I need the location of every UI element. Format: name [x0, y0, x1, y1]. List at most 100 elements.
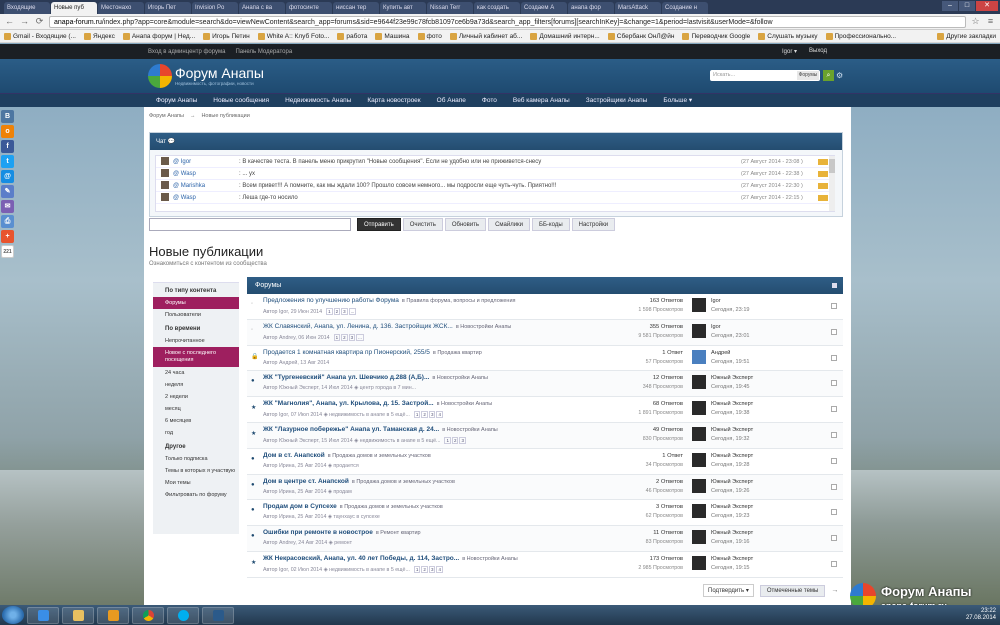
chat-action-icon[interactable]	[818, 159, 828, 165]
taskbar-ie[interactable]	[27, 606, 59, 624]
chat-button[interactable]: Очистить	[402, 218, 443, 231]
bookmark-item[interactable]: Анапа форум | Нед...	[122, 32, 195, 40]
avatar[interactable]	[692, 349, 706, 364]
bookmark-item[interactable]: Переводчик Google	[682, 32, 750, 40]
topic-forum[interactable]: в Новостройки Анапы	[456, 324, 512, 330]
search-button[interactable]: ⌕	[823, 70, 834, 81]
vk-icon[interactable]: В	[1, 110, 14, 123]
facebook-icon[interactable]: f	[1, 140, 14, 153]
avatar[interactable]	[692, 504, 706, 519]
page-link[interactable]: 2	[451, 436, 459, 444]
admin-cp-link[interactable]: Вход в админцентр форума	[148, 49, 225, 55]
browser-tab[interactable]: Создаем А	[521, 2, 567, 14]
last-post-date[interactable]: Сегодня, 19:51	[711, 358, 750, 367]
forum-logo-icon[interactable]	[148, 64, 172, 88]
topic-checkbox[interactable]	[831, 328, 837, 335]
taskbar-explorer[interactable]	[62, 606, 94, 624]
topic-checkbox[interactable]	[831, 303, 837, 309]
topic-title-link[interactable]: ЖК "Лазурное побережье" Анапа ул. Таманс…	[263, 426, 439, 433]
topic-title-link[interactable]: ЖК "Магнолия", Анапа, ул. Крылова, д. 15…	[263, 400, 434, 407]
print-icon[interactable]: ⎙	[1, 215, 14, 228]
chat-avatar[interactable]	[161, 169, 169, 178]
topic-title-link[interactable]: Дом в центре ст. Анапской	[263, 478, 349, 485]
bookmark-item[interactable]: Машина	[375, 32, 410, 40]
avatar[interactable]	[692, 426, 706, 441]
page-link[interactable]: 2	[421, 411, 428, 419]
browser-tab[interactable]: Местонахо	[98, 2, 144, 14]
chat-scroll-thumb[interactable]	[829, 159, 835, 173]
user-menu[interactable]: Igor ▾	[782, 48, 797, 55]
filter-item[interactable]: 24 часа	[153, 367, 239, 379]
topic-forum[interactable]: в Правила форума, вопросы и предложения	[402, 298, 516, 304]
nav-item[interactable]: Новые сообщения	[205, 94, 277, 107]
page-link[interactable]: 2	[341, 333, 348, 341]
livejournal-icon[interactable]: ✎	[1, 185, 14, 198]
page-link[interactable]: 3	[459, 436, 466, 444]
last-post-user[interactable]: Igor	[711, 297, 750, 306]
nav-item[interactable]: Недвижимость Анапы	[277, 94, 359, 107]
chat-nick[interactable]: @ Wasp	[173, 168, 231, 180]
topic-title-link[interactable]: ЖК "Тургеневский" Анапа ул. Шевчико д.28…	[263, 374, 429, 381]
filter-item[interactable]: Мои темы	[153, 477, 239, 489]
moimir-icon[interactable]: @	[1, 170, 14, 183]
nav-item[interactable]: Веб камера Анапы	[505, 94, 578, 107]
chat-nick[interactable]: @ Igor	[173, 156, 231, 168]
bookmark-item[interactable]: фото	[417, 32, 442, 40]
topic-checkbox[interactable]	[831, 406, 837, 413]
gear-icon[interactable]: ⚙	[836, 71, 843, 80]
taskbar-chrome[interactable]	[132, 606, 164, 624]
filter-item[interactable]: 2 недели	[153, 391, 239, 403]
forward-icon[interactable]: →	[19, 16, 30, 27]
topic-forum[interactable]: в Новостройки Анапы	[462, 556, 518, 562]
page-link[interactable]: 3	[341, 308, 348, 315]
bookmark-item[interactable]: работа	[337, 32, 367, 40]
filter-item[interactable]: год	[153, 427, 239, 439]
browser-tab[interactable]: анапа фор	[568, 2, 614, 14]
chat-avatar[interactable]	[161, 157, 169, 166]
chat-action-icon[interactable]	[818, 183, 828, 189]
topic-checkbox[interactable]	[831, 483, 837, 490]
topic-checkbox[interactable]	[831, 457, 837, 464]
last-post-user[interactable]: Igor	[711, 323, 750, 332]
chat-message-input[interactable]	[149, 218, 351, 231]
close-button[interactable]: ✕	[976, 1, 998, 11]
bookmark-item[interactable]: Gmail - Входящие (...	[4, 32, 76, 40]
avatar[interactable]	[692, 478, 706, 493]
last-post-user[interactable]: Южный Эксперт	[711, 452, 753, 461]
forum-title[interactable]: Форум Анапы	[175, 65, 264, 81]
topic-title-link[interactable]: Ошибки при ремонте в новострое	[263, 529, 373, 536]
topic-title[interactable]: ЖК "Тургеневский" Анапа ул. Шевчико д.28…	[263, 374, 488, 381]
page-link[interactable]: 4	[436, 411, 443, 419]
last-post-date[interactable]: Сегодня, 19:23	[711, 512, 753, 521]
browser-tab[interactable]: MarsAttack	[615, 2, 661, 14]
topic-title-link[interactable]: Продам дом в Супсехе	[263, 503, 337, 510]
topic-title-link[interactable]: ЖК Некрасовский, Анапа, ул. 40 лет Побед…	[263, 555, 459, 562]
url-field[interactable]: anapa-forum.ru/index.php?app=core&module…	[49, 15, 966, 28]
filter-item[interactable]: Форумы	[153, 297, 239, 309]
chat-nick[interactable]: @ Marishka	[173, 180, 231, 192]
filter-item[interactable]: неделя	[153, 379, 239, 391]
bookmark-item[interactable]: Сбербанк ОнЛ@йн	[607, 32, 674, 40]
select-all-checkbox[interactable]	[832, 283, 837, 288]
bookmark-item[interactable]: Игорь Петин	[203, 32, 250, 40]
topic-title-link[interactable]: ЖК Славянский, Анапа, ул. Ленина, д. 136…	[263, 323, 453, 330]
minimize-button[interactable]: –	[942, 1, 958, 11]
topic-forum[interactable]: в Новостройки Анапы	[432, 375, 488, 381]
page-link[interactable]: ...	[348, 308, 357, 315]
chat-avatar[interactable]	[161, 193, 169, 202]
topic-title-link[interactable]: Продается 1 комнатная квартира пр Пионер…	[263, 349, 430, 356]
nav-item[interactable]: Фото	[474, 94, 505, 107]
last-post-date[interactable]: Сегодня, 19:15	[711, 564, 753, 573]
topic-title[interactable]: Дом в центре ст. Анапской в Продажа домов…	[263, 478, 455, 485]
more-share-icon[interactable]: +	[1, 230, 14, 243]
twitter-icon[interactable]: t	[1, 155, 14, 168]
taskbar-media[interactable]	[97, 606, 129, 624]
bookmark-item[interactable]: Яндекс	[83, 32, 115, 40]
topic-forum[interactable]: в Новостройки Анапы	[437, 401, 493, 407]
page-link[interactable]: 1	[326, 308, 333, 315]
topic-forum[interactable]: в Продажа квартир	[433, 350, 482, 356]
topic-checkbox[interactable]	[831, 560, 837, 567]
taskbar-photoshop[interactable]	[202, 606, 234, 624]
menu-icon[interactable]: ≡	[985, 16, 996, 27]
chat-button[interactable]: Настройки	[571, 218, 616, 231]
